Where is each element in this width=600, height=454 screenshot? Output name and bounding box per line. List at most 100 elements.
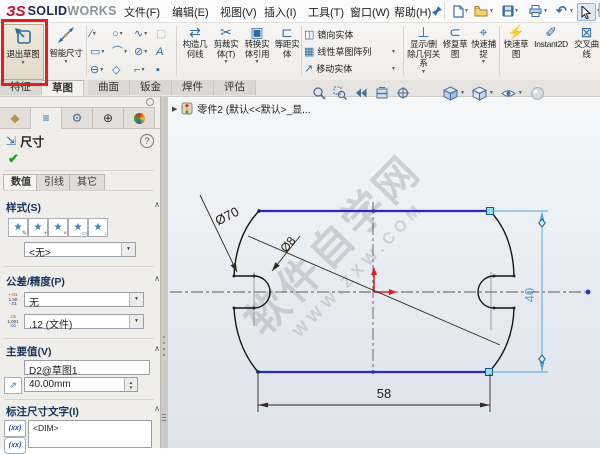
dimension-text-dia70[interactable]: Ø70 (213, 204, 242, 229)
tab-display-manager[interactable] (124, 107, 155, 128)
tab-sheet-metal[interactable]: 钣金 (130, 80, 172, 95)
offset-entities-button[interactable]: ⊏ 等距实体 (274, 24, 300, 59)
dropdown-caret-icon[interactable]: ▼ (129, 315, 143, 328)
move-entities-button[interactable]: ↗ 移动实体 ▼ (304, 60, 400, 77)
centerline-endpoint[interactable] (586, 290, 591, 295)
repair-sketch-button[interactable]: ⊂ 修复草图 (442, 24, 468, 59)
tab-sketch[interactable]: 草图 (42, 80, 84, 96)
ok-check-icon[interactable]: ✔ (8, 151, 19, 167)
tab-configuration-manager[interactable]: ⚙ (62, 107, 93, 128)
dimension-text-40[interactable]: 40 (522, 288, 537, 302)
tab-feature-manager[interactable]: ◆ (0, 107, 31, 128)
open-caret-icon[interactable]: ▼ (489, 8, 494, 14)
convert-caret-icon[interactable]: ▼ (255, 59, 260, 65)
smart-dimension-button[interactable]: 智能尺寸 ▼ (46, 24, 86, 78)
sketch-arc-button[interactable]: ⌒▼ (112, 43, 133, 60)
zoom-to-area-icon[interactable] (333, 86, 347, 100)
ellipse-caret-icon[interactable]: ▼ (143, 49, 148, 55)
fillet-caret-icon[interactable]: ▼ (140, 67, 145, 73)
style-dropdown[interactable]: <无>▼ (24, 242, 136, 257)
open-document-icon[interactable] (472, 3, 489, 19)
dim40-lines[interactable] (491, 211, 548, 372)
exit-sketch-button[interactable]: 退出草图 ▼ (2, 24, 44, 80)
pin-menu-icon[interactable] (428, 3, 445, 19)
subtab-value[interactable]: 数值 (3, 174, 39, 190)
dimension-text-section-header[interactable]: 标注尺寸文字(I) ∧ (0, 404, 163, 419)
dimension-lines[interactable] (200, 195, 500, 412)
sketch-text-button[interactable]: A (156, 43, 177, 60)
panel-splitter[interactable] (160, 96, 168, 448)
tab-evaluate[interactable]: 评估 (214, 80, 256, 95)
help-icon[interactable]: ? (140, 134, 154, 148)
appearance-icon[interactable] (530, 86, 545, 101)
dimension-text-area[interactable]: <DIM> (28, 420, 152, 448)
dim-text-parens-button[interactable]: (xx) (4, 420, 26, 437)
tab-dimxpert-manager[interactable]: ⊕ (93, 107, 124, 128)
save-caret-icon[interactable]: ▼ (514, 8, 519, 14)
rectangle-caret-icon[interactable]: ▼ (100, 49, 105, 55)
display-delete-relations-button[interactable]: ⊥ 显示/删除几何关系 ▼ (407, 24, 440, 75)
dimension-name-field[interactable]: D2@草图1 (24, 360, 150, 375)
spline-caret-icon[interactable]: ▼ (143, 31, 148, 37)
tab-property-manager[interactable]: ≡ (31, 107, 62, 129)
graphics-area[interactable]: 软件自学网 WWW.ZXW.COM ▶ 零件2 (默认<<默认>_显... (167, 96, 600, 448)
sketch-ellipse-button[interactable]: ⊘▼ (134, 43, 155, 60)
dropdown-caret-icon[interactable]: ▼ (129, 293, 143, 306)
arc-caret-icon[interactable]: ▼ (123, 49, 128, 55)
menu-window[interactable]: 窗口(W) (350, 4, 390, 20)
sketch-line-button[interactable]: ∕▼ (90, 25, 111, 42)
view-settings-icon[interactable] (396, 86, 410, 100)
relations-caret-icon[interactable]: ▼ (421, 69, 426, 75)
circle-caret-icon[interactable]: ▼ (119, 31, 124, 37)
dimension-text-dia8[interactable]: Ø8 (277, 234, 298, 256)
print-caret-icon[interactable]: ▼ (543, 8, 548, 14)
tolerance-dropdown[interactable]: 无▼ (24, 292, 144, 307)
style-section-header[interactable]: 样式(S) ∧ (0, 200, 163, 215)
undo-caret-icon[interactable]: ▼ (569, 8, 574, 14)
dropdown-caret-icon[interactable]: ▼ (121, 243, 135, 256)
intersection-curve-button[interactable]: ⊠ 交叉曲线 (573, 24, 600, 59)
convert-entities-button[interactable]: ▣ 转换实体引用 ▼ (242, 24, 272, 65)
line-caret-icon[interactable]: ▼ (92, 31, 97, 37)
view-orientation-icon[interactable]: ▼ (443, 86, 465, 101)
dimension-text-58[interactable]: 58 (377, 386, 391, 401)
linear-pattern-button[interactable]: ▦ 线性草图阵列 ▼ (304, 43, 400, 60)
sketch-rectangle-button[interactable]: ▭▼ (90, 43, 111, 60)
sketch-slot-button[interactable]: ⊖▼ (90, 61, 111, 78)
linear-pattern-caret-icon[interactable]: ▼ (391, 49, 396, 55)
menu-edit[interactable]: 编辑(E) (172, 4, 209, 20)
section-view-icon[interactable] (375, 86, 389, 100)
zoom-to-fit-icon[interactable] (312, 86, 326, 100)
primary-value-section-header[interactable]: 主要值(V) ∧ (0, 344, 163, 359)
style-add-button[interactable]: ★+ (28, 218, 48, 237)
exit-sketch-caret-icon[interactable]: ▼ (21, 60, 26, 66)
scrollbar-grip[interactable] (162, 414, 166, 415)
sketch-polygon-button[interactable]: ◇ (112, 61, 133, 78)
dim-text-inspection-button[interactable]: (xx) (4, 437, 26, 454)
trim-entities-button[interactable]: ✂ 剪裁实体(T) ▼ (212, 24, 240, 65)
sketch-point-button[interactable]: ▪ (156, 61, 177, 78)
style-delete-button[interactable]: ★× (48, 218, 68, 237)
menu-tools[interactable]: 工具(T) (308, 4, 344, 20)
sketch-fillet-button[interactable]: ⌐▼ (134, 61, 155, 78)
style-apply-default-button[interactable]: ★✎ (8, 218, 28, 237)
value-spinner[interactable]: ▲▼ (124, 378, 137, 391)
display-style-caret-icon[interactable]: ▼ (489, 90, 494, 96)
traffic-light-icon[interactable] (593, 2, 600, 18)
style-save-button[interactable]: ★▭ (68, 218, 88, 237)
menu-view[interactable]: 视图(V) (220, 4, 257, 20)
modify-value-icon[interactable]: ⇗ (4, 377, 22, 394)
tab-surfaces[interactable]: 曲面 (88, 80, 130, 95)
tab-features[interactable]: 特征 (0, 80, 42, 95)
new-caret-icon[interactable]: ▼ (464, 8, 469, 14)
subtab-leaders[interactable]: 引线 (36, 174, 72, 190)
hide-show-items-icon[interactable]: ▼ (501, 86, 523, 101)
menu-help[interactable]: 帮助(H) (394, 4, 431, 20)
dimension-value-field[interactable]: 40.00mm ▲▼ (24, 377, 138, 392)
sketch-canvas[interactable]: Ø70 Ø8 58 40 (167, 96, 600, 448)
previous-view-icon[interactable] (354, 86, 368, 100)
menu-insert[interactable]: 插入(I) (264, 4, 296, 20)
panel-collapse-handle[interactable] (146, 98, 154, 106)
tab-weldments[interactable]: 焊件 (172, 80, 214, 95)
undo-icon[interactable]: ↶ (553, 3, 570, 19)
